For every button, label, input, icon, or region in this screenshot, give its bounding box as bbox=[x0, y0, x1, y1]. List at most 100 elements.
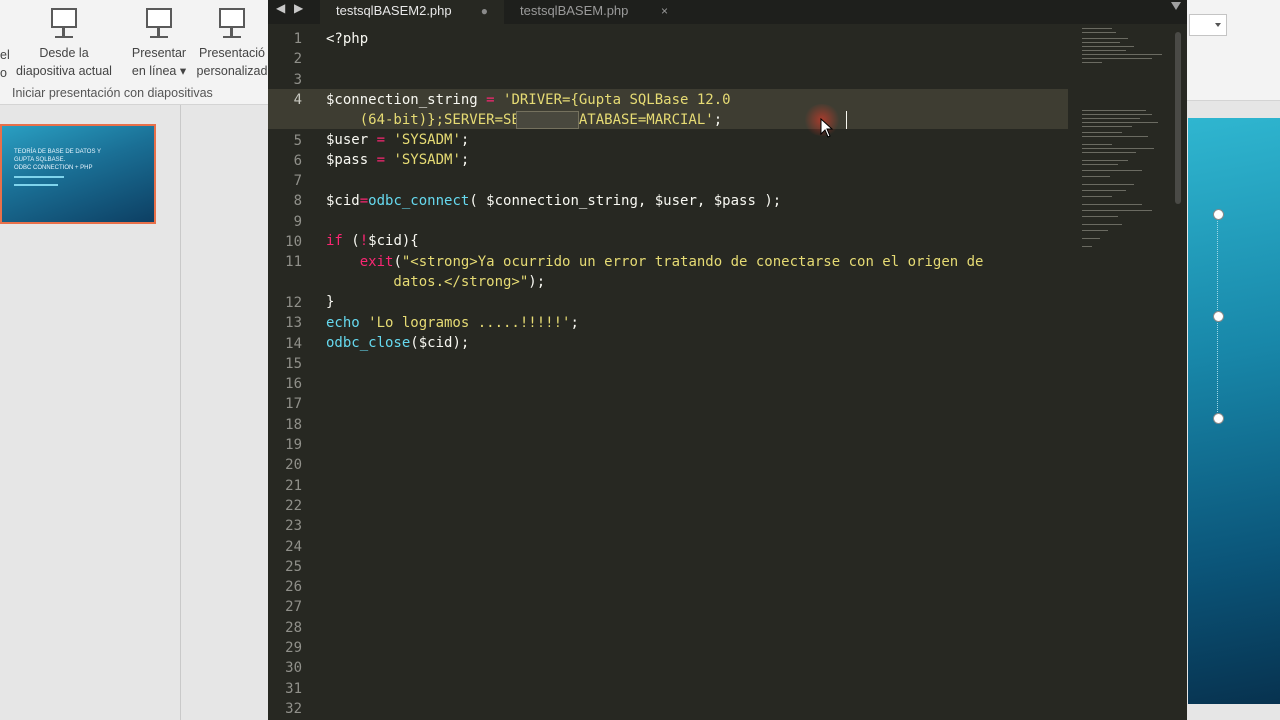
present-online-label-2: en línea ▾ bbox=[131, 64, 187, 78]
tab-testsqlbasem[interactable]: testsqlBASEM.php × bbox=[504, 0, 684, 24]
code-token: = bbox=[477, 92, 504, 108]
tab-list-chevron-icon[interactable] bbox=[1171, 2, 1181, 10]
code-token: ; bbox=[460, 152, 470, 168]
custom-show-label-1: Presentació bbox=[198, 46, 265, 60]
from-current-slide-button[interactable]: Desde la diapositiva actual bbox=[16, 6, 112, 80]
minimap-line bbox=[1082, 28, 1112, 29]
line-number: 24 bbox=[285, 538, 302, 555]
tab-testsqlbasem2[interactable]: testsqlBASEM2.php ● bbox=[320, 0, 504, 24]
slide-canvas[interactable] bbox=[1188, 118, 1280, 704]
code-token: ! bbox=[359, 233, 369, 249]
minimap-line bbox=[1082, 152, 1136, 153]
code-line-14: odbc_close($cid); bbox=[326, 333, 469, 353]
minimap-line bbox=[1082, 246, 1092, 247]
code-token: } bbox=[326, 294, 335, 310]
code-token: = bbox=[368, 132, 394, 148]
code-token: ; bbox=[460, 132, 470, 148]
code-token: <?php bbox=[326, 31, 369, 47]
code-token: $connection_string bbox=[326, 92, 478, 108]
minimap-line bbox=[1082, 42, 1120, 43]
minimap-line bbox=[1082, 216, 1118, 217]
minimap-line bbox=[1082, 122, 1158, 123]
code-token: if bbox=[326, 233, 343, 249]
line-number: 6 bbox=[293, 152, 302, 169]
code-token: $cid){ bbox=[368, 233, 419, 249]
slide-thumbnail[interactable]: TEORÍA DE BASE DE DATOS Y GUPTA SQLBASE.… bbox=[0, 124, 156, 224]
minimap-line bbox=[1082, 54, 1162, 55]
code-token: = bbox=[359, 193, 369, 209]
next-tab-icon[interactable]: ▶ bbox=[294, 1, 303, 15]
minimap-line bbox=[1082, 32, 1116, 33]
code-token: ); bbox=[528, 274, 546, 290]
minimap-line bbox=[1082, 196, 1112, 197]
code-line-1: <?php bbox=[326, 29, 368, 49]
line-number: 27 bbox=[285, 599, 302, 616]
line-number: 9 bbox=[293, 213, 302, 230]
minimap-line bbox=[1082, 114, 1152, 115]
code-line-11-wrap: datos.</strong>"); bbox=[326, 272, 545, 292]
code-token: "<strong>Ya ocurrido un error tratando d… bbox=[401, 254, 984, 270]
line-number: 16 bbox=[285, 376, 302, 393]
minimap[interactable] bbox=[1080, 24, 1170, 264]
minimap-line bbox=[1082, 46, 1134, 47]
code-token: ; bbox=[570, 315, 579, 331]
line-number: 1 bbox=[293, 31, 302, 47]
previous-tab-icon[interactable]: ◀ bbox=[276, 1, 285, 15]
powerpoint-ribbon: el o Desde la diapositiva actual Present… bbox=[0, 0, 268, 105]
minimap-line bbox=[1082, 144, 1112, 145]
minimap-line bbox=[1082, 126, 1132, 127]
minimap-line bbox=[1082, 110, 1146, 111]
line-number: 22 bbox=[285, 497, 302, 514]
line-number: 23 bbox=[285, 518, 302, 535]
unsaved-dot-icon[interactable]: ● bbox=[481, 0, 488, 22]
line-number: 7 bbox=[293, 173, 302, 190]
code-token: $user bbox=[326, 132, 369, 148]
code-token: odbc_connect bbox=[368, 193, 470, 209]
present-online-icon bbox=[142, 6, 176, 40]
line-number: 21 bbox=[285, 477, 302, 494]
code-token: 'DRIVER={Gupta SQLBase 12.0 bbox=[503, 92, 731, 108]
code-token: 'SYSADM' bbox=[393, 152, 461, 168]
thumb-title-line: ODBC CONNECTION + PHP bbox=[14, 165, 93, 171]
minimap-line bbox=[1082, 160, 1128, 161]
code-token: exit bbox=[326, 254, 394, 270]
code-line-8: $cid=odbc_connect( $connection_string, $… bbox=[326, 191, 781, 211]
line-number: 19 bbox=[285, 437, 302, 453]
line-number: 26 bbox=[285, 579, 302, 596]
line-number: 29 bbox=[285, 640, 302, 656]
custom-show-button[interactable]: Presentació personalizad bbox=[196, 6, 268, 80]
resize-handle[interactable] bbox=[1213, 413, 1224, 424]
minimap-line bbox=[1082, 224, 1122, 225]
resize-handle[interactable] bbox=[1213, 311, 1224, 322]
line-number: 32 bbox=[285, 700, 302, 717]
present-online-label-1: Presentar bbox=[131, 46, 187, 60]
code-editor-window: ◀ ▶ testsqlBASEM2.php ● testsqlBASEM.php… bbox=[268, 0, 1187, 720]
minimap-line bbox=[1082, 230, 1108, 231]
present-online-button[interactable]: Presentar en línea ▾ bbox=[128, 6, 190, 80]
line-number: 3 bbox=[293, 71, 302, 88]
minimap-line bbox=[1082, 136, 1148, 137]
tab-label: testsqlBASEM.php bbox=[520, 3, 629, 18]
code-token: ; bbox=[713, 112, 723, 128]
ribbon-cut-label-top: el bbox=[0, 48, 10, 62]
line-number: 8 bbox=[293, 193, 302, 210]
resize-handle[interactable] bbox=[1213, 209, 1224, 220]
ribbon-dropdown[interactable] bbox=[1189, 14, 1227, 36]
code-token: datos.</strong>" bbox=[326, 274, 529, 290]
scrollbar-thumb[interactable] bbox=[1175, 32, 1181, 204]
code-line-6: $pass = 'SYSADM'; bbox=[326, 150, 469, 170]
line-number: 2 bbox=[293, 51, 302, 68]
code-line-4: $connection_string = 'DRIVER={Gupta SQLB… bbox=[326, 90, 731, 110]
code-token: ( bbox=[393, 254, 402, 270]
code-token: 'Lo logramos .....!!!!!' bbox=[359, 315, 571, 331]
code-token: 'SYSADM' bbox=[393, 132, 461, 148]
minimap-line bbox=[1082, 238, 1100, 239]
powerpoint-window-left: el o Desde la diapositiva actual Present… bbox=[0, 0, 268, 720]
thumb-title-line: GUPTA SQLBASE. bbox=[14, 157, 66, 163]
tab-bar: ◀ ▶ testsqlBASEM2.php ● testsqlBASEM.php… bbox=[268, 0, 1187, 24]
thumb-subtitle-line bbox=[14, 184, 58, 186]
line-number: 11 bbox=[285, 254, 302, 271]
code-token: = bbox=[368, 152, 394, 168]
close-icon[interactable]: × bbox=[661, 0, 668, 22]
code-token: odbc_close bbox=[326, 335, 411, 351]
